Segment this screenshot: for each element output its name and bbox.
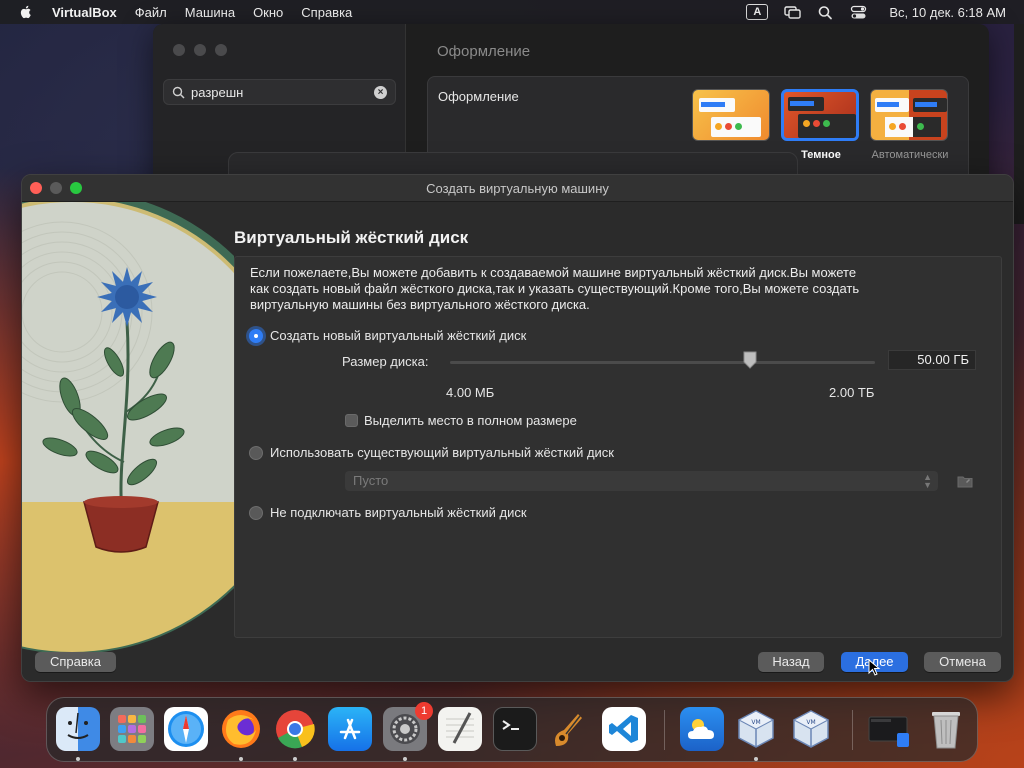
appearance-label: Оформление — [438, 89, 519, 104]
theme-light-thumbnail — [692, 89, 770, 141]
search-icon — [172, 86, 185, 99]
dock-separator — [664, 710, 665, 750]
existing-disk-select[interactable]: Пусто ▲ ▼ — [345, 471, 938, 491]
control-center-icon[interactable] — [850, 5, 867, 20]
close-button[interactable] — [30, 182, 42, 194]
keyboard-layout-indicator[interactable]: A — [746, 4, 769, 20]
page-heading: Виртуальный жёсткий диск — [234, 228, 469, 247]
create-new-disk-option[interactable]: Создать новый виртуальный жёсткий диск — [249, 328, 526, 343]
menu-window[interactable]: Окно — [253, 5, 283, 20]
flower-pot-illustration — [22, 202, 234, 681]
disk-size-slider-handle[interactable] — [743, 351, 757, 369]
settings-page-title: Оформление — [437, 43, 531, 60]
menu-help[interactable]: Справка — [301, 5, 352, 20]
no-disk-option[interactable]: Не подключать виртуальный жёсткий диск — [249, 505, 527, 520]
weather-icon[interactable] — [680, 707, 724, 751]
safari-icon[interactable] — [164, 707, 208, 751]
virtualbox-icon[interactable]: VM — [734, 707, 778, 751]
wizard-illustration — [22, 202, 234, 681]
create-new-disk-radio[interactable] — [249, 328, 263, 343]
page-description: Если пожелаете,Вы можете добавить к созд… — [250, 265, 860, 312]
apple-menu-icon[interactable] — [18, 4, 34, 20]
choose-disk-file-icon[interactable] — [957, 474, 973, 488]
settings-search-field[interactable]: разрешн × — [163, 79, 396, 105]
chrome-icon[interactable] — [273, 707, 317, 751]
clear-search-icon[interactable]: × — [374, 85, 387, 99]
firefox-running-indicator — [239, 757, 243, 761]
theme-dark-option[interactable]: Темное — [781, 89, 861, 161]
create-vm-dialog: Создать виртуальную машину Виртуальный ж… — [21, 174, 1014, 682]
launchpad-icon[interactable] — [110, 707, 154, 751]
settings-notification-badge: 1 — [415, 702, 433, 720]
menu-bar: VirtualBox Файл Машина Окно Справка A Вс… — [0, 0, 1024, 24]
disk-size-min-label: 4.00 МБ — [446, 385, 495, 400]
create-new-disk-label[interactable]: Создать новый виртуальный жёсткий диск — [270, 328, 526, 343]
theme-auto-label: Автоматически — [871, 149, 949, 161]
select-arrows-icon: ▲ ▼ — [923, 472, 932, 490]
preallocate-checkbox[interactable] — [345, 414, 358, 427]
dialog-titlebar: Создать виртуальную машину — [22, 175, 1013, 202]
use-existing-disk-label[interactable]: Использовать существующий виртуальный жё… — [270, 445, 614, 460]
window-preview-icon[interactable] — [867, 707, 911, 751]
hard-disk-options-group: Если пожелаете,Вы можете добавить к созд… — [234, 256, 1002, 638]
background-window-edge — [1014, 24, 1024, 224]
menu-app-name[interactable]: VirtualBox — [52, 5, 117, 20]
terminal-icon[interactable] — [493, 707, 537, 751]
finder-icon[interactable] — [56, 707, 100, 751]
theme-light-option[interactable] — [692, 89, 772, 149]
svg-text:VM: VM — [806, 719, 815, 726]
dock-separator-2 — [852, 710, 853, 750]
menu-file[interactable]: Файл — [135, 5, 167, 20]
use-existing-disk-radio[interactable] — [249, 445, 263, 460]
menu-machine[interactable]: Машина — [185, 5, 235, 20]
screen-mirroring-icon[interactable] — [784, 5, 802, 20]
inactive-minimize-button[interactable] — [194, 44, 206, 56]
svg-text:VM: VM — [751, 719, 760, 726]
settings-search-value[interactable]: разрешн — [191, 85, 243, 100]
app-store-icon[interactable] — [328, 707, 372, 751]
existing-disk-select-value: Пусто — [353, 473, 389, 488]
inactive-window-controls — [173, 44, 227, 56]
window-controls — [30, 182, 82, 194]
dock: 1 VM VM — [46, 697, 978, 762]
maximize-button[interactable] — [70, 182, 82, 194]
trash-icon[interactable] — [924, 707, 968, 751]
cancel-button[interactable]: Отмена — [924, 652, 1001, 672]
dialog-title: Создать виртуальную машину — [426, 181, 609, 196]
disk-size-max-label: 2.00 ТБ — [829, 385, 875, 400]
minimize-button[interactable] — [50, 182, 62, 194]
disk-size-slider[interactable] — [450, 361, 875, 364]
preallocate-label[interactable]: Выделить место в полном размере — [364, 413, 577, 428]
use-existing-disk-option[interactable]: Использовать существующий виртуальный жё… — [249, 445, 614, 460]
disk-size-input[interactable]: 50.00 ГБ — [888, 350, 976, 370]
theme-auto-option[interactable]: Автоматически — [870, 89, 950, 161]
inactive-maximize-button[interactable] — [215, 44, 227, 56]
spotlight-search-icon[interactable] — [817, 5, 834, 20]
no-disk-radio[interactable] — [249, 505, 263, 520]
disk-size-label: Размер диска: — [342, 354, 429, 369]
chrome-running-indicator — [293, 757, 297, 761]
garageband-icon[interactable] — [547, 707, 591, 751]
virtualbox-running-indicator — [754, 757, 758, 761]
textedit-icon[interactable] — [438, 707, 482, 751]
menu-bar-clock[interactable]: Вс, 10 дек. 6:18 AM — [889, 5, 1006, 20]
finder-running-indicator — [76, 757, 80, 761]
no-disk-label[interactable]: Не подключать виртуальный жёсткий диск — [270, 505, 527, 520]
theme-dark-thumbnail — [781, 89, 859, 141]
preallocate-option[interactable]: Выделить место в полном размере — [345, 413, 577, 428]
back-button[interactable]: Назад — [758, 652, 824, 672]
wizard-content: Виртуальный жёсткий диск Если пожелаете,… — [234, 202, 1013, 681]
theme-auto-thumbnail — [870, 89, 948, 141]
virtualbox-vm-icon[interactable]: VM — [789, 707, 833, 751]
firefox-icon[interactable] — [219, 707, 263, 751]
inactive-close-button[interactable] — [173, 44, 185, 56]
vscode-icon[interactable] — [602, 707, 646, 751]
mouse-cursor-icon — [868, 659, 881, 676]
system-settings-running-indicator — [403, 757, 407, 761]
help-button[interactable]: Справка — [35, 652, 116, 672]
